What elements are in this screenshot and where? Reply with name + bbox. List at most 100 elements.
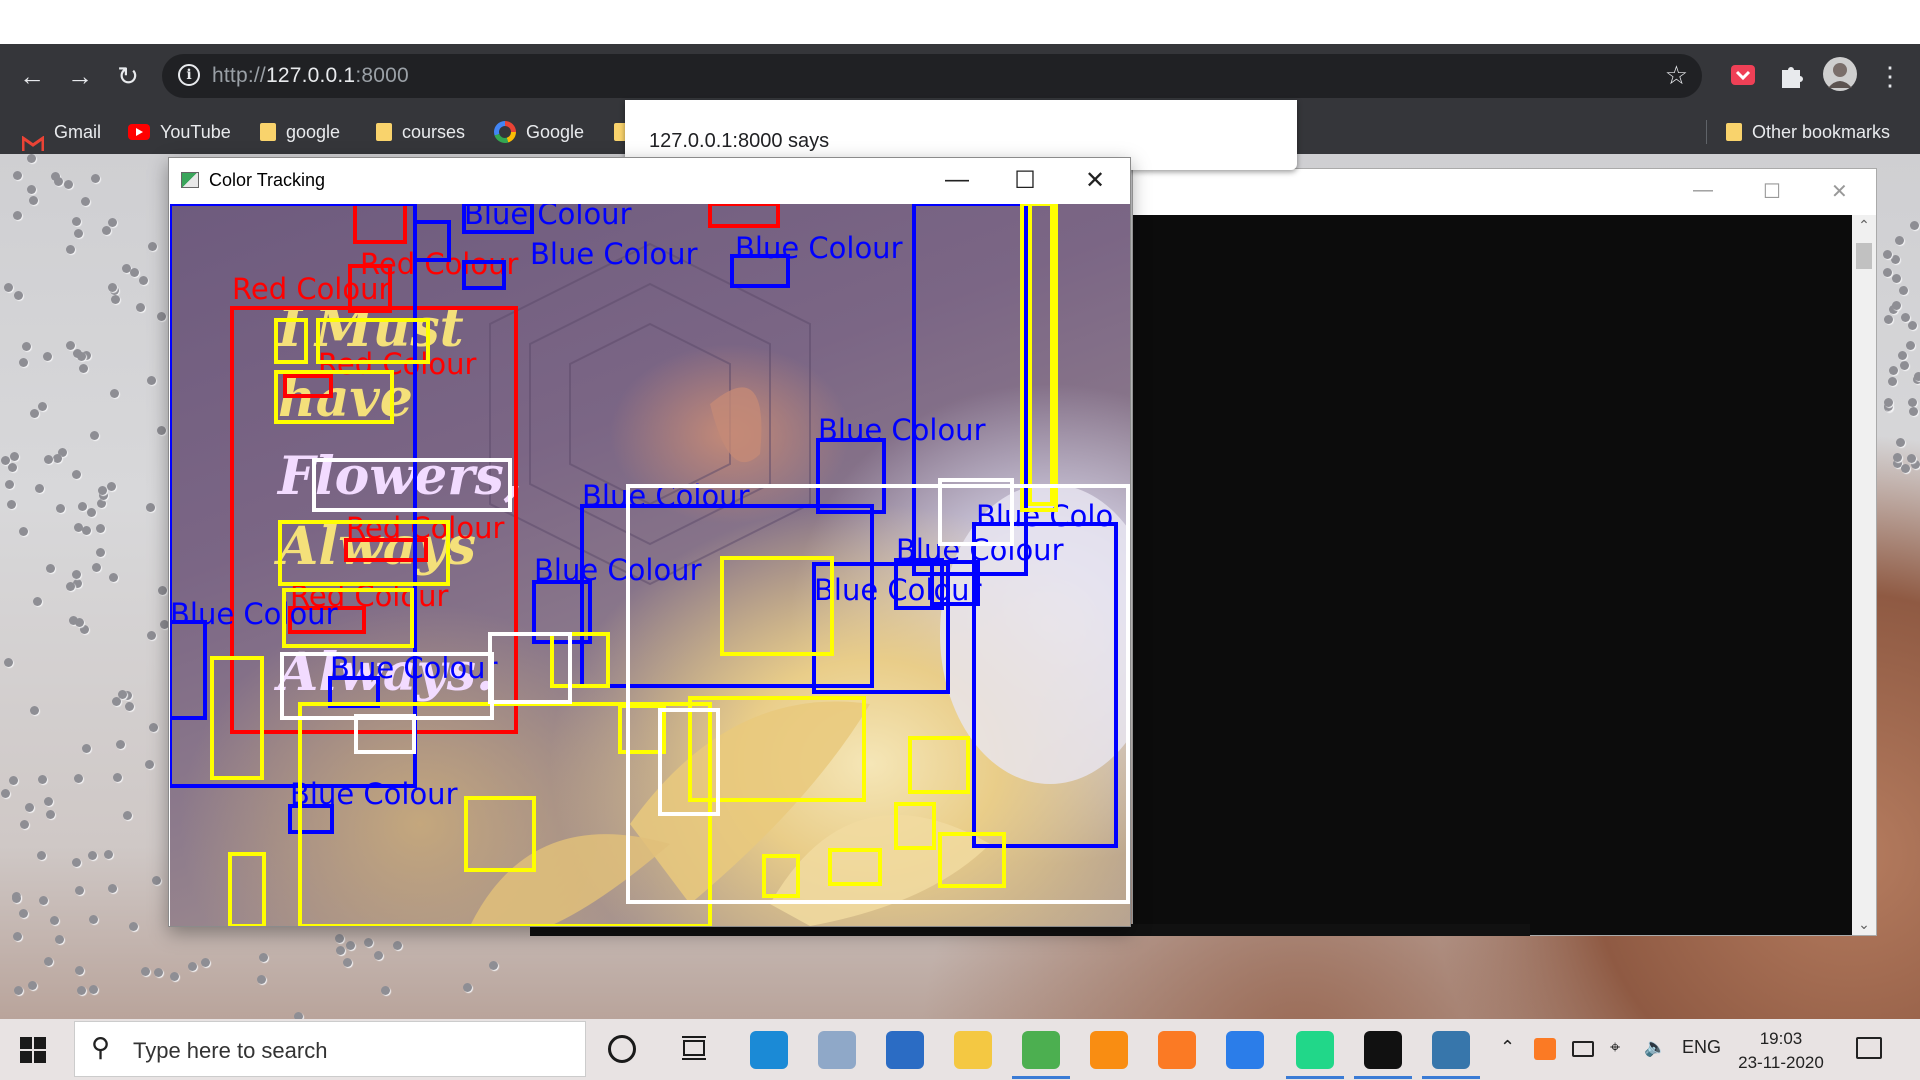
show-hidden-icons[interactable]: ⌃ (1500, 1037, 1515, 1058)
file-explorer-icon[interactable] (954, 1031, 992, 1069)
scroll-thumb[interactable] (1856, 243, 1872, 269)
braille-dot (19, 909, 28, 918)
edge-icon[interactable] (750, 1031, 788, 1069)
task-view-icon[interactable] (680, 1035, 708, 1061)
maximize-icon[interactable]: ☐ (1763, 179, 1781, 204)
windows-start-icon[interactable] (20, 1037, 46, 1063)
clock[interactable]: 19:03 23-11-2020 (1726, 1027, 1836, 1075)
braille-dot (110, 389, 119, 398)
chrome-menu-icon[interactable]: ⋮ (1872, 58, 1908, 94)
braille-dot (90, 431, 99, 440)
language-indicator[interactable]: ENG (1682, 1037, 1721, 1058)
scroll-down-icon[interactable]: ⌄ (1852, 916, 1876, 933)
braille-dot (130, 268, 139, 277)
url-text[interactable]: http://127.0.0.1:8000 (212, 64, 409, 88)
back-icon[interactable]: ← (14, 58, 50, 94)
pycharm-icon[interactable] (1296, 1031, 1334, 1069)
mail-icon[interactable] (886, 1031, 924, 1069)
braille-dot (257, 975, 266, 984)
braille-dot (1892, 274, 1901, 283)
braille-dot (1896, 438, 1905, 447)
extensions-puzzle-icon[interactable] (1776, 60, 1806, 90)
console-scrollbar[interactable]: ⌃ ⌄ (1852, 215, 1876, 935)
blue-label: Blue Colour (290, 777, 458, 811)
yellow-box (228, 852, 266, 926)
bookmark-label: Gmail (54, 122, 102, 142)
braille-dot (13, 211, 22, 220)
bookmark-youtube[interactable]: YouTube (128, 110, 231, 154)
white-box (488, 632, 572, 704)
braille-dot (1909, 407, 1918, 416)
running-indicator (1354, 1076, 1412, 1079)
chrome-icon[interactable] (1022, 1031, 1060, 1069)
wps-icon[interactable] (1226, 1031, 1264, 1069)
maximize-icon[interactable]: ☐ (1005, 166, 1045, 195)
yellow-box (210, 656, 264, 780)
site-info-icon[interactable]: i (178, 64, 200, 86)
console-titlebar[interactable]: — ☐ ✕ (1133, 169, 1876, 215)
braille-dot (146, 503, 155, 512)
console-window[interactable]: — ☐ ✕ ⌃ ⌄ (1132, 168, 1877, 936)
braille-dot (72, 570, 81, 579)
pocket-extension-icon[interactable] (1728, 60, 1758, 90)
braille-dot (1895, 236, 1904, 245)
color-tracking-titlebar[interactable]: Color Tracking — ☐ ✕ (169, 158, 1130, 204)
braille-dot (335, 934, 344, 943)
minimize-icon[interactable]: — (937, 166, 977, 194)
close-icon[interactable]: ✕ (1831, 179, 1848, 204)
address-bar[interactable]: i http://127.0.0.1:8000 ☆ (162, 54, 1702, 98)
braille-dot (14, 986, 23, 995)
app-icon (181, 172, 199, 188)
forward-icon[interactable]: → (62, 58, 98, 94)
braille-dot (1910, 221, 1919, 230)
xampp-tray-icon[interactable] (1534, 1038, 1556, 1060)
braille-dot (1914, 372, 1920, 381)
python-icon[interactable] (1432, 1031, 1470, 1069)
folder-icon (376, 123, 392, 141)
braille-dot (50, 916, 59, 925)
background-pattern (489, 242, 811, 586)
notifications-icon[interactable] (1856, 1037, 1882, 1059)
bookmark-folder-courses[interactable]: courses (376, 110, 465, 154)
braille-dot (158, 586, 167, 595)
console-output[interactable] (1133, 215, 1853, 935)
red-box (708, 204, 780, 228)
braille-dot (82, 526, 91, 535)
taskbar-search-box[interactable]: ⚲ Type here to search (74, 1021, 586, 1077)
bookmark-star-icon[interactable]: ☆ (1665, 60, 1688, 91)
scroll-up-icon[interactable]: ⌃ (1852, 217, 1876, 234)
close-icon[interactable]: ✕ (1075, 166, 1115, 195)
cortana-icon[interactable] (608, 1035, 636, 1063)
braille-dot (102, 226, 111, 235)
bookmark-gmail[interactable]: Gmail (21, 110, 102, 154)
braille-dot (38, 775, 47, 784)
terminal-icon[interactable] (1364, 1031, 1402, 1069)
braille-dot (1907, 454, 1916, 463)
sublime-icon[interactable] (1090, 1031, 1128, 1069)
battery-icon[interactable] (1572, 1041, 1594, 1057)
file-manager-icon[interactable] (818, 1031, 856, 1069)
wifi-icon[interactable]: ⌖ (1610, 1037, 1620, 1058)
bookmark-other[interactable]: Other bookmarks (1726, 110, 1890, 154)
braille-dot (46, 810, 55, 819)
reload-icon[interactable]: ↻ (110, 58, 146, 94)
braille-dot (108, 884, 117, 893)
braille-dot (12, 894, 21, 903)
xampp-icon[interactable] (1158, 1031, 1196, 1069)
flower-petal (470, 834, 670, 926)
braille-dot (13, 932, 22, 941)
braille-dot (346, 941, 355, 950)
blue-box (816, 438, 886, 514)
alert-message: 127.0.0.1:8000 says (649, 130, 830, 152)
volume-icon[interactable]: 🔈 (1644, 1037, 1666, 1058)
minimize-icon[interactable]: — (1693, 179, 1713, 202)
bookmark-google[interactable]: Google (494, 110, 584, 154)
bookmark-folder-google[interactable]: google (260, 110, 340, 154)
blue-label: Blue Colour (530, 237, 698, 271)
braille-dot (489, 961, 498, 970)
braille-dot (139, 276, 148, 285)
color-tracking-window[interactable]: Color Tracking — ☐ ✕ I Must have Flowers… (168, 157, 1131, 927)
braille-dot (97, 499, 106, 508)
profile-avatar[interactable] (1822, 56, 1858, 92)
braille-dot (154, 968, 163, 977)
